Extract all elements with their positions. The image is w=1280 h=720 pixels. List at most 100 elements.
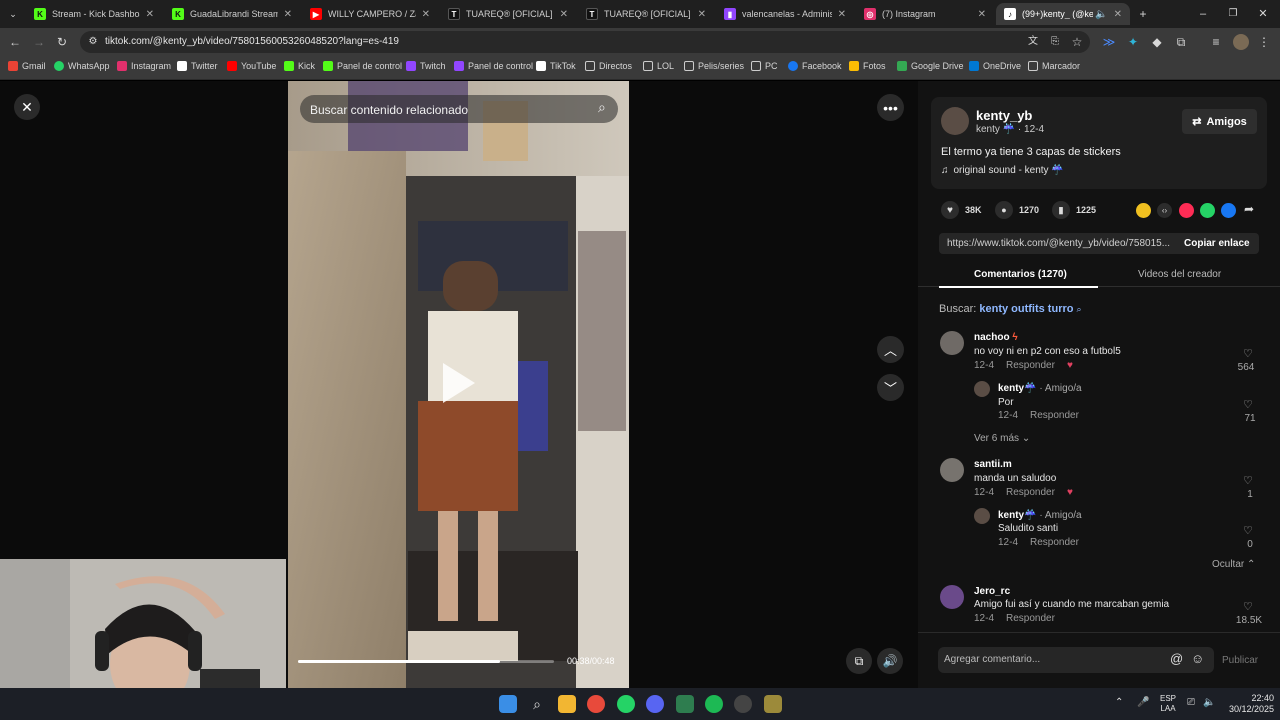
- menu-icon[interactable]: ⋮: [1257, 35, 1271, 49]
- speaker-icon[interactable]: 🔈: [1095, 9, 1107, 20]
- bookmark-gmail[interactable]: Gmail: [8, 61, 46, 71]
- tab-tuareq-1[interactable]: T TUAREQ® [OFICIAL] – JE ✕: [440, 3, 576, 25]
- bookmark-star-icon[interactable]: ☆: [1070, 35, 1084, 49]
- comment-author[interactable]: nachoo ϟ: [974, 332, 1018, 343]
- tab-creator-videos[interactable]: Videos del creador: [1138, 269, 1221, 280]
- bookmark-instagram[interactable]: Instagram: [117, 61, 171, 71]
- hide-replies-button[interactable]: Ocultar ⌃: [1212, 559, 1255, 570]
- comment-button[interactable]: ● 1270: [995, 201, 1039, 219]
- reply-button[interactable]: Responder: [1030, 410, 1079, 421]
- bookmark-onedrive[interactable]: OneDrive: [969, 61, 1021, 71]
- bookmark-folder-directos[interactable]: Directos: [585, 61, 632, 71]
- bookmark-twitch-panel[interactable]: Panel de control: [454, 61, 533, 71]
- tab-valencanelas[interactable]: ▮ valencanelas - Administra ✕: [716, 3, 854, 25]
- whatsapp-icon[interactable]: [617, 695, 635, 713]
- close-video-button[interactable]: ✕: [14, 94, 40, 120]
- avatar[interactable]: [940, 458, 964, 482]
- bookmark-folder-lol[interactable]: LOL: [643, 61, 674, 71]
- obs-icon[interactable]: [734, 695, 752, 713]
- comment-like-button[interactable]: ♡: [1243, 398, 1253, 411]
- share-icon[interactable]: ➦: [1244, 202, 1254, 216]
- floating-player-button[interactable]: ⧉: [846, 648, 872, 674]
- avatar[interactable]: [940, 585, 964, 609]
- comment-like-button[interactable]: ♡: [1243, 347, 1253, 360]
- copy-link-button[interactable]: Copiar enlace: [1184, 238, 1250, 249]
- language-indicator[interactable]: ESP LAA: [1160, 694, 1176, 714]
- comment-like-button[interactable]: ♡: [1243, 600, 1253, 613]
- minimize-icon[interactable]: –: [1196, 7, 1210, 21]
- more-options-button[interactable]: •••: [877, 94, 904, 121]
- avatar[interactable]: [940, 331, 964, 355]
- comment-author[interactable]: Jero_rc: [974, 586, 1010, 597]
- microphone-icon[interactable]: 🎤: [1137, 697, 1149, 708]
- mention-icon[interactable]: @: [1170, 651, 1183, 666]
- reply-button[interactable]: Responder: [1006, 487, 1055, 498]
- tab-guadalibrandi[interactable]: K GuadaLibrandi Stream - V ✕: [164, 3, 300, 25]
- send-icon[interactable]: [1179, 203, 1194, 218]
- tab-comments[interactable]: Comentarios (1270): [974, 269, 1067, 280]
- embed-icon[interactable]: ‹›: [1157, 203, 1172, 218]
- tab-instagram[interactable]: ◎ (7) Instagram ✕: [856, 3, 994, 25]
- search-icon[interactable]: ⌕: [528, 695, 546, 713]
- sound-row[interactable]: ♫ original sound - kenty ☔: [941, 165, 1064, 176]
- publish-button[interactable]: Publicar: [1222, 655, 1258, 666]
- back-icon[interactable]: ←: [8, 35, 22, 49]
- friends-button[interactable]: ⇄ Amigos: [1182, 109, 1257, 134]
- tray-chevron-icon[interactable]: ⌃: [1115, 697, 1123, 708]
- comment-author[interactable]: kenty☔ · Amigo/a: [998, 510, 1082, 521]
- avatar[interactable]: [974, 381, 990, 397]
- bookmark-marcador[interactable]: Marcador: [1028, 61, 1080, 71]
- comment-like-button[interactable]: ♡: [1243, 524, 1253, 537]
- reload-icon[interactable]: ↻: [55, 35, 69, 49]
- facebook-icon[interactable]: [1221, 203, 1236, 218]
- search-icon[interactable]: ⌕: [598, 99, 606, 116]
- file-explorer-icon[interactable]: [558, 695, 576, 713]
- discord-icon[interactable]: [646, 695, 664, 713]
- bookmark-kick-panel[interactable]: Panel de control: [323, 61, 402, 71]
- install-icon[interactable]: ⎘: [1048, 35, 1062, 49]
- bookmark-kick[interactable]: Kick: [284, 61, 315, 71]
- bookmark-whatsapp[interactable]: WhatsApp: [54, 61, 110, 71]
- reply-button[interactable]: Responder: [1006, 613, 1055, 624]
- related-search-input[interactable]: Buscar contenido relacionado: [310, 103, 468, 117]
- progress-bar[interactable]: [298, 660, 554, 663]
- post-username[interactable]: kenty_yb: [976, 108, 1032, 123]
- tab-willy-campero[interactable]: ▶ WILLY CAMPERO / Zapad ✕: [302, 3, 438, 25]
- close-icon[interactable]: ✕: [838, 9, 846, 20]
- app-icon[interactable]: [764, 695, 782, 713]
- comment-like-button[interactable]: ♡: [1243, 474, 1253, 487]
- close-icon[interactable]: ✕: [978, 9, 986, 20]
- tab-tiktok-active[interactable]: ♪ (99+)kenty_ (@ken 🔈 ✕: [996, 3, 1130, 25]
- translate-icon[interactable]: 文: [1026, 35, 1040, 49]
- close-window-icon[interactable]: ✕: [1256, 7, 1270, 21]
- new-tab-icon[interactable]: +: [1136, 7, 1150, 21]
- media-icon[interactable]: ≡: [1209, 35, 1223, 49]
- avatar[interactable]: [941, 107, 969, 135]
- video-player[interactable]: Buscar contenido relacionado ⌕ 00:38/00:…: [288, 81, 629, 688]
- close-icon[interactable]: ✕: [560, 9, 568, 20]
- play-icon[interactable]: [443, 363, 475, 403]
- puzzle-icon[interactable]: ⧉: [1174, 35, 1188, 49]
- save-button[interactable]: ▮ 1225: [1052, 201, 1096, 219]
- close-icon[interactable]: ✕: [284, 9, 292, 20]
- site-info-icon[interactable]: ⚙: [86, 35, 100, 49]
- bookmark-youtube[interactable]: YouTube: [227, 61, 276, 71]
- comment-author[interactable]: kenty☔ · Amigo/a: [998, 383, 1082, 394]
- extension-icon[interactable]: ◆: [1150, 35, 1164, 49]
- chrome-icon[interactable]: [587, 695, 605, 713]
- bookmark-twitter[interactable]: Twitter: [177, 61, 218, 71]
- like-button[interactable]: ♥ 38K: [941, 201, 982, 219]
- previous-video-button[interactable]: ︿: [877, 336, 904, 363]
- view-more-replies-button[interactable]: Ver 6 más ⌄: [974, 433, 1030, 444]
- reply-button[interactable]: Responder: [1006, 360, 1055, 371]
- coin-icon[interactable]: [1136, 203, 1151, 218]
- extension-icon[interactable]: ≫: [1102, 35, 1116, 49]
- next-video-button[interactable]: ﹀: [877, 374, 904, 401]
- bookmark-tiktok[interactable]: TikTok: [536, 61, 576, 71]
- extension-icon[interactable]: ✦: [1126, 35, 1140, 49]
- comment-author[interactable]: santii.m: [974, 459, 1012, 470]
- bookmark-folder-pc[interactable]: PC: [751, 61, 778, 71]
- tab-tuareq-2[interactable]: T TUAREQ® [OFICIAL] – RE ✕: [578, 3, 714, 25]
- bookmark-folder-pelis[interactable]: Pelis/series: [684, 61, 744, 71]
- clock[interactable]: 22:40 30/12/2025: [1222, 693, 1274, 715]
